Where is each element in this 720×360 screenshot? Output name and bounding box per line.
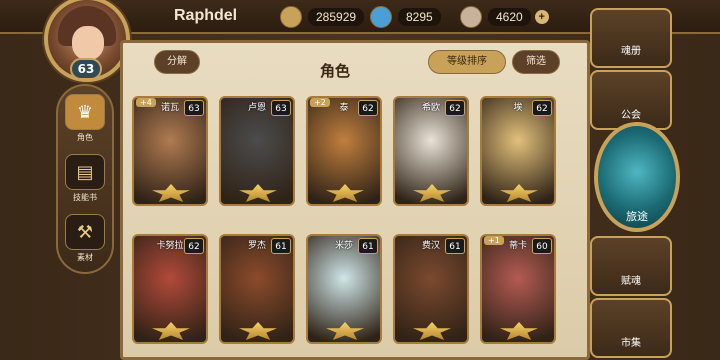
sidebar-item-material[interactable]: ⚒ 素材 <box>62 214 108 263</box>
soul-book-label: 魂册 <box>621 46 641 57</box>
filter-button[interactable]: 筛选 <box>512 50 560 74</box>
soul-empower-label: 赋魂 <box>621 276 641 287</box>
character-level: 63 <box>184 100 204 116</box>
character-level: 61 <box>358 238 378 254</box>
guild-button[interactable]: 公会 <box>590 70 672 130</box>
character-card[interactable]: 费汉 61 <box>393 234 469 344</box>
character-icon: ♛ <box>65 94 105 130</box>
character-card[interactable]: 卢恩 63 <box>219 96 295 206</box>
resource-gem: 8295 <box>370 5 441 29</box>
material-icon: ⚒ <box>65 214 105 250</box>
resource-ore: 4620 + <box>460 5 549 29</box>
avatar-face <box>72 26 104 60</box>
character-card[interactable]: 埃 62 <box>480 96 556 206</box>
character-level: 61 <box>271 238 291 254</box>
character-level: 60 <box>532 238 552 254</box>
character-card[interactable]: +4 诺瓦 63 <box>132 96 208 206</box>
character-card[interactable]: +2 泰 62 <box>306 96 382 206</box>
blue-crystal-icon <box>370 6 392 28</box>
add-resource-button[interactable]: + <box>534 10 549 24</box>
panel-title: 角色 <box>320 62 351 80</box>
character-card[interactable]: +1 蒂卡 60 <box>480 234 556 344</box>
character-card[interactable]: 卡努拉 62 <box>132 234 208 344</box>
character-level: 62 <box>184 238 204 254</box>
character-level: 63 <box>271 100 291 116</box>
player-level-badge: 63 <box>70 58 102 80</box>
sidebar-label: 技能书 <box>73 193 97 202</box>
market-button[interactable]: 市集 <box>590 298 672 358</box>
character-level: 62 <box>358 100 378 116</box>
sidebar-label: 素材 <box>77 253 93 262</box>
character-level: 61 <box>445 238 465 254</box>
sort-by-level-button[interactable]: 等级排序 <box>428 50 506 74</box>
sidebar-label: 角色 <box>77 133 93 142</box>
character-card[interactable]: 希欧 62 <box>393 96 469 206</box>
decompose-button[interactable]: 分解 <box>154 50 200 74</box>
game-scene: 63 Raphdel 285929 8295 4620 + ♛ 角色 ▤ 技能书… <box>0 0 720 360</box>
sidebar-item-character[interactable]: ♛ 角色 <box>62 94 108 143</box>
journey-label: 旅途 <box>626 210 648 223</box>
character-card[interactable]: 罗杰 61 <box>219 234 295 344</box>
sidebar: ♛ 角色 ▤ 技能书 ⚒ 素材 <box>56 84 114 274</box>
gold-value: 285929 <box>308 8 365 26</box>
gem-value: 8295 <box>398 8 441 26</box>
soul-book-button[interactable]: 魂册 <box>590 8 672 68</box>
character-level: 62 <box>532 100 552 116</box>
guild-label: 公会 <box>621 110 641 121</box>
skill-book-icon: ▤ <box>65 154 105 190</box>
resource-gold: 285929 <box>280 5 365 29</box>
sidebar-item-skillbook[interactable]: ▤ 技能书 <box>62 154 108 203</box>
journey-orb-button[interactable]: 旅途 <box>594 122 680 232</box>
character-level: 62 <box>445 100 465 116</box>
character-card[interactable]: 米莎 61 <box>306 234 382 344</box>
market-label: 市集 <box>621 338 641 349</box>
stone-ore-icon <box>460 6 482 28</box>
soul-empower-button[interactable]: 赋魂 <box>590 236 672 296</box>
ore-value: 4620 <box>488 8 531 26</box>
player-name: Raphdel <box>174 7 238 24</box>
gold-coin-icon <box>280 6 302 28</box>
